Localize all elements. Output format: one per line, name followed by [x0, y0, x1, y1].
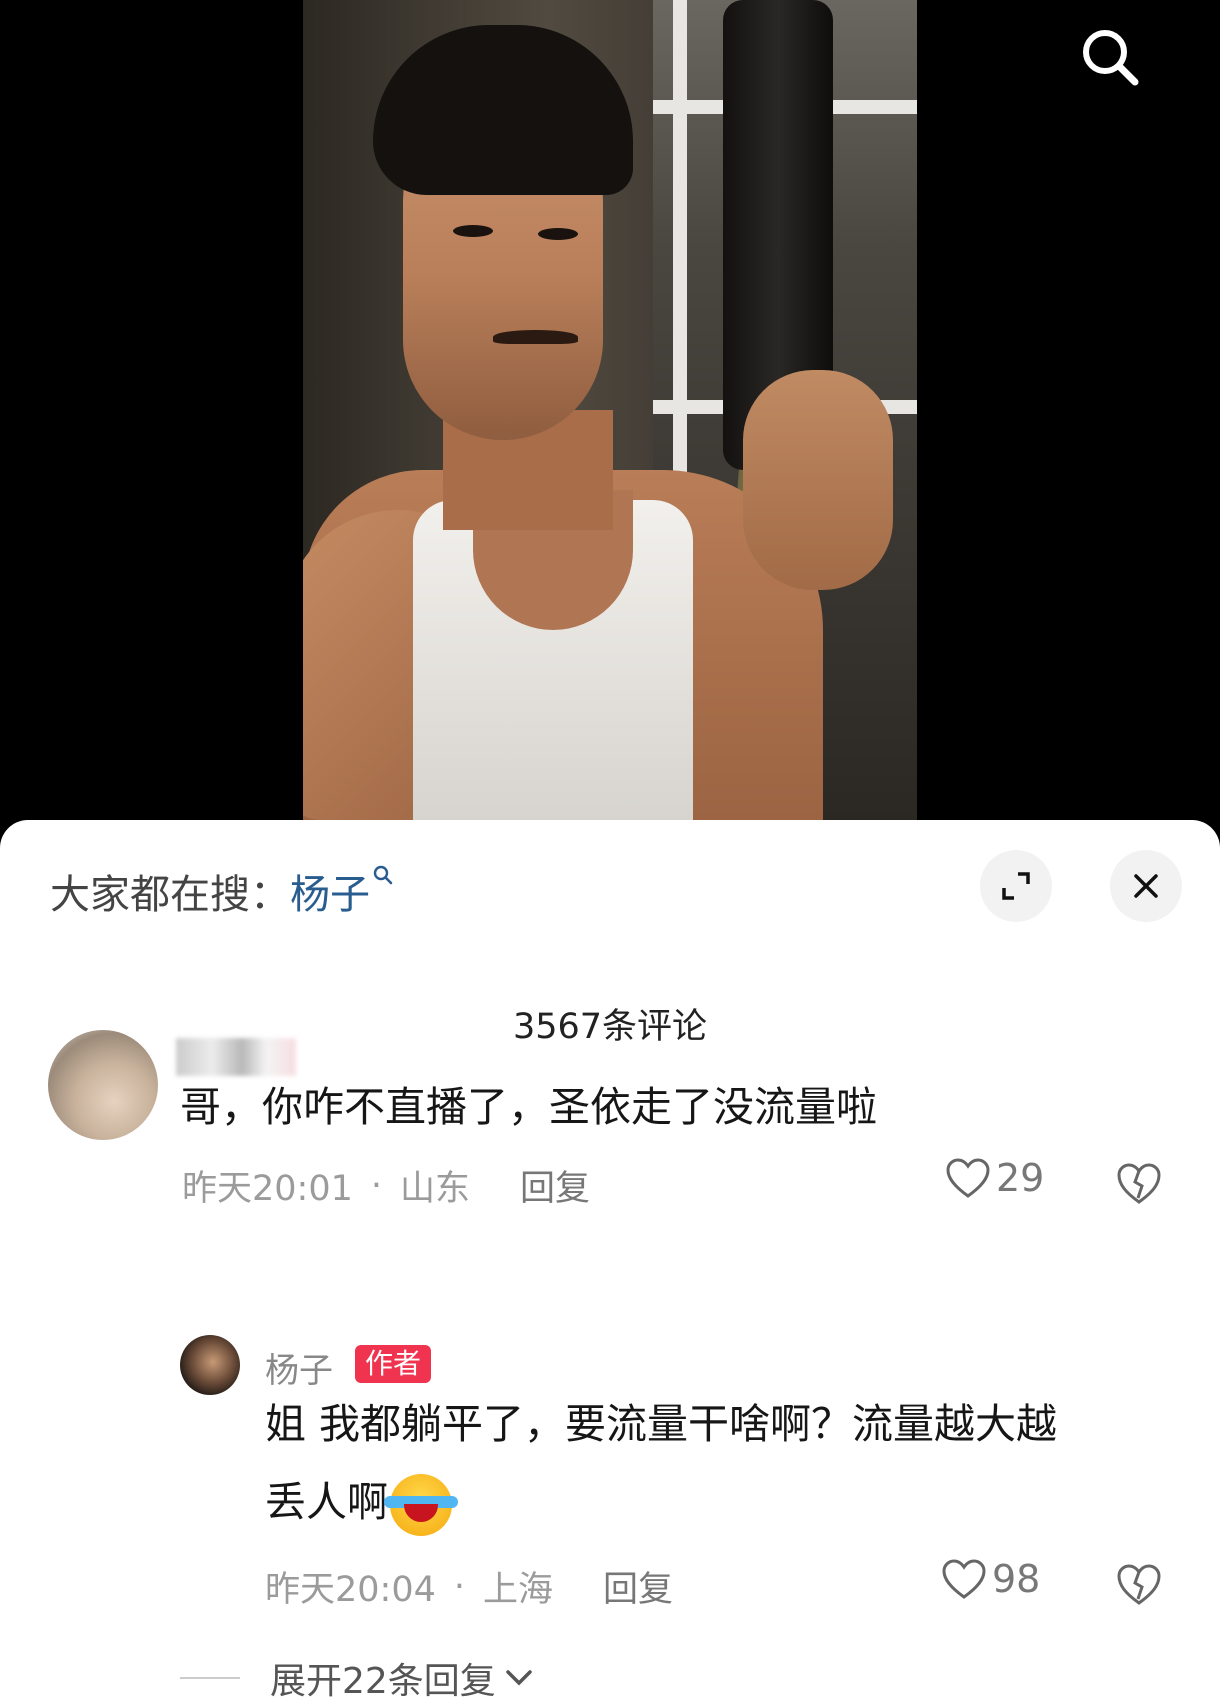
- chevron-down-icon: [506, 1670, 532, 1686]
- expand-divider: [180, 1677, 240, 1679]
- like-button[interactable]: 29: [944, 1156, 1044, 1200]
- laughing-crying-emoji-icon: [384, 1474, 458, 1536]
- dislike-button[interactable]: [1114, 1561, 1164, 1607]
- post-media[interactable]: [0, 0, 1220, 830]
- avatar[interactable]: [180, 1335, 240, 1395]
- reply-text-line: 姐 我都躺平了，要流量干啥啊？流量越大越: [265, 1400, 1058, 1448]
- search-icon[interactable]: [1075, 22, 1145, 92]
- hot-search-bar[interactable]: 大家都在搜： 杨子: [50, 862, 394, 920]
- comment-item: 哥，你咋不直播了，圣依走了没流量啦 昨天20:01 · 山东 回复 29: [0, 1010, 1220, 1270]
- hot-search-keyword-text[interactable]: 杨子: [290, 862, 370, 920]
- reply-location: 上海: [483, 1570, 554, 1610]
- hot-search-prefix: 大家都在搜：: [50, 872, 290, 918]
- dislike-button[interactable]: [1114, 1160, 1164, 1206]
- comment-meta: 昨天20:01 · 山东 回复: [182, 1160, 590, 1211]
- like-count: 29: [996, 1156, 1045, 1200]
- expand-replies-button[interactable]: 展开22条回复: [180, 1652, 536, 1704]
- photo-hair: [373, 25, 633, 195]
- author-badge: 作者: [355, 1345, 432, 1383]
- reply-time: 昨天20:04: [265, 1570, 436, 1610]
- photo-mustache: [493, 330, 578, 344]
- photo-hand: [743, 370, 893, 590]
- reply-button[interactable]: 回复: [520, 1160, 590, 1211]
- reply-text-tail: 丢人啊: [265, 1478, 388, 1526]
- comment-sheet: 大家都在搜： 杨子 3567条评论 哥，你咋不直播了，圣依走了没流量啦 昨天20…: [0, 820, 1220, 1705]
- expand-button[interactable]: [980, 850, 1052, 922]
- photo-eye: [453, 225, 493, 237]
- like-count: 98: [992, 1557, 1041, 1601]
- heart-icon: [946, 1158, 990, 1198]
- photo-eye: [538, 228, 578, 240]
- meta-separator: ·: [370, 1165, 383, 1206]
- comment-location: 山东: [400, 1169, 471, 1209]
- hot-search-keyword[interactable]: 杨子: [290, 862, 394, 920]
- like-button[interactable]: 98: [940, 1557, 1040, 1601]
- broken-heart-icon: [1117, 1163, 1161, 1204]
- comment-time: 昨天20:01: [182, 1169, 353, 1209]
- reply-text: 姐 我都躺平了，要流量干啥啊？流量越大越 丢人啊: [265, 1385, 1057, 1541]
- close-icon: [1134, 874, 1158, 898]
- post-photo: [303, 0, 917, 820]
- comment-text: 哥，你咋不直播了，圣依走了没流量啦: [180, 1083, 877, 1131]
- close-button[interactable]: [1110, 850, 1182, 922]
- reply-meta: 昨天20:04 · 上海 回复: [265, 1561, 673, 1612]
- small-search-icon: [373, 865, 393, 885]
- photo-tank-top: [413, 490, 693, 820]
- reply-item: 杨子 作者 姐 我都躺平了，要流量干啥啊？流量越大越 丢人啊 昨天20:04 ·…: [0, 1335, 1220, 1665]
- heart-icon: [942, 1559, 986, 1599]
- avatar[interactable]: [48, 1030, 158, 1140]
- expand-icon: [1002, 872, 1030, 900]
- reply-text-line-2: 丢人啊: [265, 1463, 1057, 1541]
- broken-heart-icon: [1117, 1564, 1161, 1605]
- reply-button[interactable]: 回复: [603, 1561, 673, 1612]
- expand-replies-label: 展开22条回复: [270, 1661, 496, 1702]
- meta-separator: ·: [453, 1566, 466, 1607]
